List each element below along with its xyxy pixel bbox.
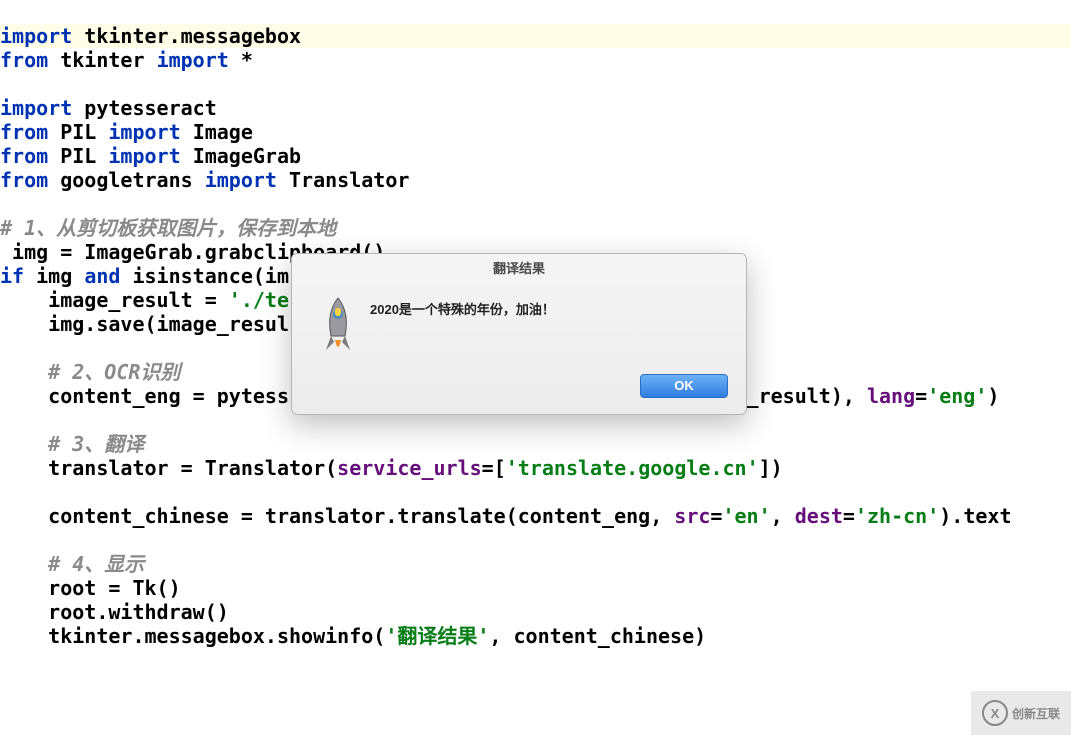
kw-import: import bbox=[157, 48, 229, 72]
watermark-icon: X bbox=[982, 700, 1008, 726]
kw-import: import bbox=[205, 168, 277, 192]
kwarg: dest bbox=[795, 504, 843, 528]
t: , content_chinese) bbox=[489, 624, 706, 648]
kwarg: lang bbox=[867, 384, 915, 408]
t: _result), bbox=[747, 384, 867, 408]
module: pytesseract bbox=[84, 96, 216, 120]
code-line: root.withdraw() bbox=[0, 600, 229, 624]
name: Translator bbox=[289, 168, 409, 192]
python-rocket-icon bbox=[310, 293, 366, 359]
pkg: tkinter bbox=[60, 48, 144, 72]
kw-import: import bbox=[108, 120, 180, 144]
t: tkinter.messagebox.showinfo( bbox=[0, 624, 385, 648]
t: content_eng = pytess bbox=[0, 384, 289, 408]
star: * bbox=[241, 48, 253, 72]
code-line-highlighted: import tkinter.messagebox bbox=[0, 24, 1071, 48]
kw-from: from bbox=[0, 48, 48, 72]
t: = bbox=[915, 384, 927, 408]
t: img bbox=[24, 264, 84, 288]
dialog-message: 2020是一个特殊的年份，加油！ bbox=[370, 293, 728, 318]
t: = bbox=[843, 504, 855, 528]
kw-from: from bbox=[0, 168, 48, 192]
t: isinstance(im bbox=[120, 264, 289, 288]
kw-from: from bbox=[0, 144, 48, 168]
t: translator = Translator( bbox=[0, 456, 337, 480]
ok-button[interactable]: OK bbox=[640, 374, 728, 398]
t: content_chinese = translator.translate(c… bbox=[0, 504, 674, 528]
comment: # 2、OCR识别 bbox=[0, 360, 180, 384]
pkg: googletrans bbox=[60, 168, 192, 192]
kw-if: if bbox=[0, 264, 24, 288]
string: 'zh-cn' bbox=[855, 504, 939, 528]
t: ]) bbox=[759, 456, 783, 480]
t: = bbox=[710, 504, 722, 528]
module: tkinter.messagebox bbox=[84, 24, 301, 48]
code-line: root = Tk() bbox=[0, 576, 181, 600]
watermark-badge: X 创新互联 bbox=[971, 691, 1071, 735]
string: 'translate.google.cn' bbox=[506, 456, 759, 480]
code-line: img.save(image_resul bbox=[0, 312, 289, 336]
comment: # 1、从剪切板获取图片，保存到本地 bbox=[0, 216, 336, 240]
watermark-text: 创新互联 bbox=[1012, 705, 1060, 722]
string: 'eng' bbox=[927, 384, 987, 408]
name: Image bbox=[193, 120, 253, 144]
comment: # 4、显示 bbox=[0, 552, 144, 576]
kw-and: and bbox=[84, 264, 120, 288]
pkg: PIL bbox=[60, 120, 96, 144]
comment: # 3、翻译 bbox=[0, 432, 144, 456]
messagebox-dialog: 翻译结果 2020是一个特殊的年份，加油！ OK bbox=[291, 253, 747, 415]
kw-import: import bbox=[0, 24, 72, 48]
t: ) bbox=[987, 384, 999, 408]
kwarg: src bbox=[674, 504, 710, 528]
t: image_result = bbox=[0, 288, 229, 312]
t: ).text bbox=[939, 504, 1011, 528]
dialog-title: 翻译结果 bbox=[292, 254, 746, 279]
kw-from: from bbox=[0, 120, 48, 144]
kw-import: import bbox=[0, 96, 72, 120]
t: , bbox=[771, 504, 795, 528]
pkg: PIL bbox=[60, 144, 96, 168]
t: =[ bbox=[482, 456, 506, 480]
string: './te bbox=[229, 288, 289, 312]
name: ImageGrab bbox=[193, 144, 301, 168]
string: 'en' bbox=[722, 504, 770, 528]
kwarg: service_urls bbox=[337, 456, 482, 480]
string: '翻译结果' bbox=[385, 624, 489, 648]
kw-import: import bbox=[108, 144, 180, 168]
